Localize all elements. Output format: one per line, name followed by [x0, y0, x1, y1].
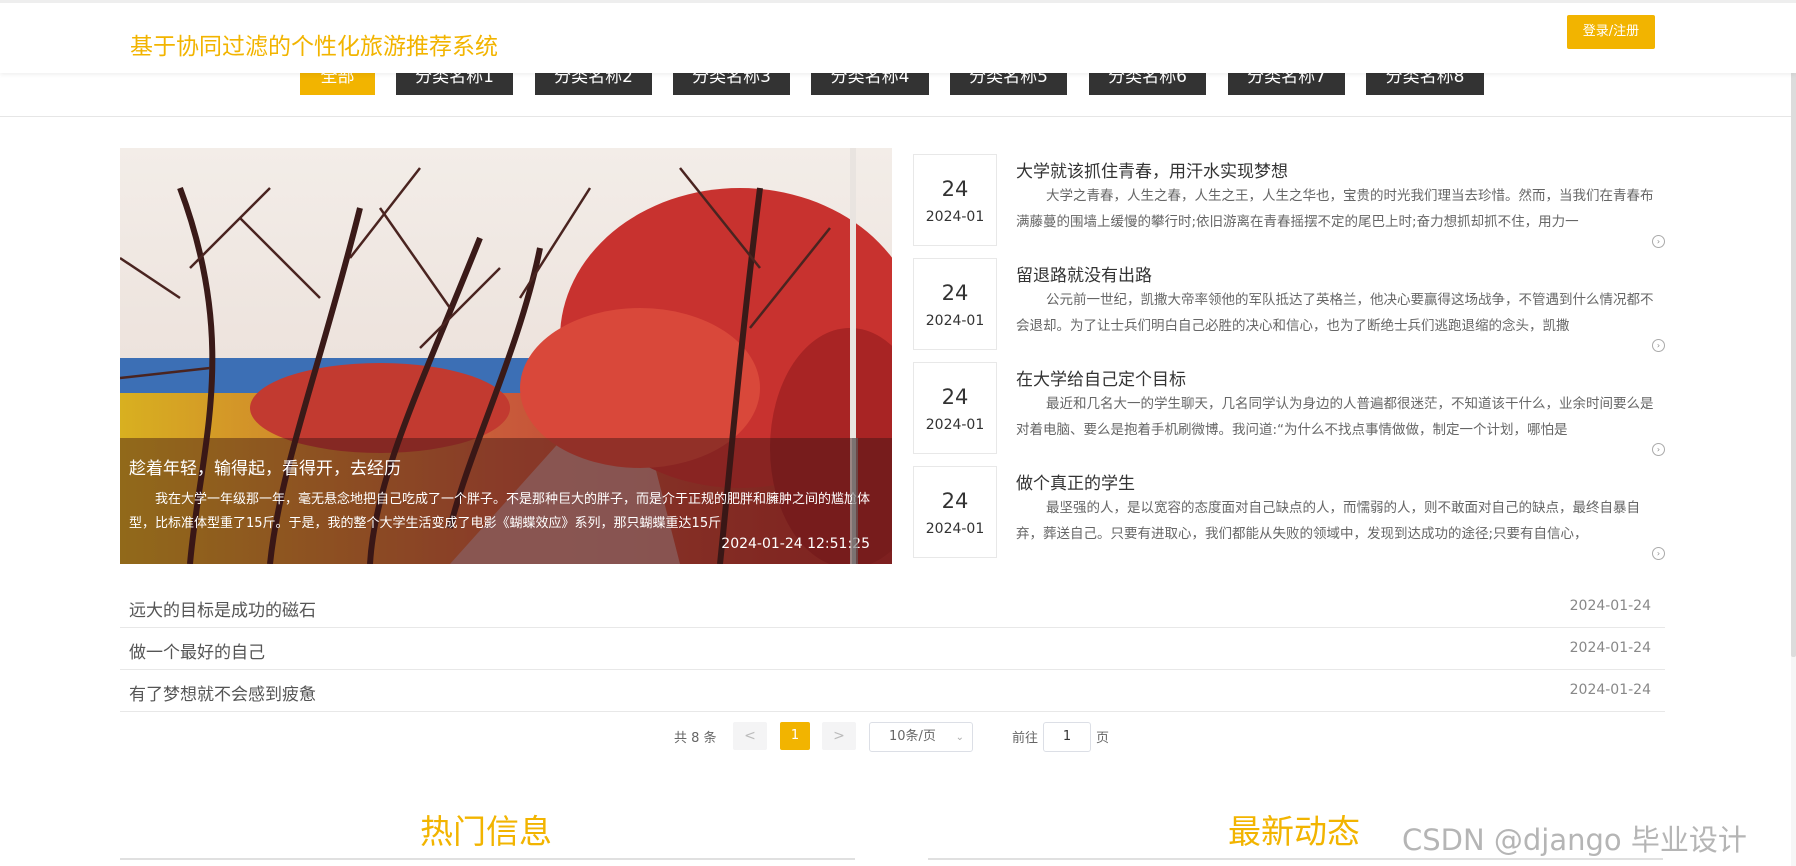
- section-divider: [120, 858, 855, 860]
- date-box: 24 2024-01: [913, 362, 997, 454]
- date-year-month: 2024-01: [925, 521, 985, 537]
- date-day: 24: [941, 385, 969, 409]
- next-page-button[interactable]: >: [822, 722, 856, 750]
- date-box: 24 2024-01: [913, 154, 997, 246]
- list-item-title[interactable]: 有了梦想就不会感到疲惫: [129, 680, 316, 705]
- circle-arrow-icon[interactable]: ›: [1652, 339, 1665, 352]
- page-jump-input[interactable]: 1: [1043, 722, 1091, 752]
- date-day: 24: [941, 177, 969, 201]
- nav-divider: [0, 116, 1796, 117]
- date-box: 24 2024-01: [913, 258, 997, 350]
- carousel-indicator[interactable]: [852, 438, 858, 564]
- news-summary: 最近和几名大一的学生聊天，几名同学认为身边的人普遍都很迷茫，不知道该干什么，业余…: [1016, 396, 1654, 438]
- jump-unit: 页: [1096, 731, 1110, 746]
- date-year-month: 2024-01: [925, 209, 985, 225]
- section-title-latest: 最新动态: [1228, 812, 1360, 851]
- list-item-date: 2024-01-24: [1569, 682, 1651, 698]
- news-title[interactable]: 在大学给自己定个目标: [1016, 365, 1186, 390]
- news-item[interactable]: 24 2024-01 留退路就没有出路 公元前一世纪，凯撒大帝率领他的军队抵达了…: [913, 252, 1665, 352]
- date-box: 24 2024-01: [913, 466, 997, 558]
- pagination-total: 共 8 条: [674, 731, 717, 746]
- list-item-date: 2024-01-24: [1569, 640, 1651, 656]
- chevron-down-icon: ⌄: [955, 732, 964, 743]
- news-summary: 公元前一世纪，凯撒大帝率领他的军队抵达了英格兰，他决心要赢得这场战争，不管遇到什…: [1016, 292, 1654, 334]
- list-item[interactable]: 有了梦想就不会感到疲惫 2024-01-24: [120, 669, 1665, 712]
- list-item-date: 2024-01-24: [1569, 598, 1651, 614]
- list-item-title[interactable]: 做一个最好的自己: [129, 638, 265, 663]
- watermark: CSDN @django 毕业设计: [1402, 823, 1747, 857]
- news-title[interactable]: 留退路就没有出路: [1016, 261, 1152, 286]
- news-summary: 大学之青春，人生之春，人生之王，人生之华也，宝贵的时光我们理当去珍惜。然而，当我…: [1016, 188, 1654, 230]
- list-item[interactable]: 远大的目标是成功的磁石 2024-01-24: [120, 585, 1665, 628]
- section-title-hot: 热门信息: [420, 812, 552, 851]
- page-size-value: 10条/页: [889, 729, 936, 744]
- page-size-select[interactable]: 10条/页 ⌄: [869, 722, 973, 752]
- hero-title[interactable]: 趁着年轻，输得起，看得开，去经历: [129, 454, 401, 479]
- login-register-button[interactable]: 登录/注册: [1567, 15, 1655, 49]
- news-title[interactable]: 大学就该抓住青春，用汗水实现梦想: [1016, 157, 1288, 182]
- circle-arrow-icon[interactable]: ›: [1652, 443, 1665, 456]
- hero-carousel[interactable]: 趁着年轻，输得起，看得开，去经历 我在大学一年级那一年，毫无悬念地把自己吃成了一…: [120, 148, 892, 564]
- date-year-month: 2024-01: [925, 313, 985, 329]
- hero-summary: 我在大学一年级那一年，毫无悬念地把自己吃成了一个胖子。不是那种巨大的胖子，而是介…: [129, 492, 871, 531]
- site-title[interactable]: 基于协同过滤的个性化旅游推荐系统: [130, 27, 498, 61]
- list-item-title[interactable]: 远大的目标是成功的磁石: [129, 596, 316, 621]
- date-day: 24: [941, 281, 969, 305]
- news-item[interactable]: 24 2024-01 大学就该抓住青春，用汗水实现梦想 大学之青春，人生之春，人…: [913, 148, 1665, 248]
- prev-page-button[interactable]: <: [733, 722, 767, 750]
- jump-label: 前往: [1012, 731, 1039, 746]
- news-item[interactable]: 24 2024-01 在大学给自己定个目标 最近和几名大一的学生聊天，几名同学认…: [913, 356, 1665, 456]
- circle-arrow-icon[interactable]: ›: [1652, 547, 1665, 560]
- news-item[interactable]: 24 2024-01 做个真正的学生 最坚强的人，是以宽容的态度面对自己缺点的人…: [913, 460, 1665, 560]
- page-number-current[interactable]: 1: [780, 722, 810, 750]
- hero-datetime: 2024-01-24 12:51:25: [721, 536, 870, 552]
- site-header: 基于协同过滤的个性化旅游推荐系统 登录/注册: [0, 0, 1796, 73]
- news-title[interactable]: 做个真正的学生: [1016, 469, 1135, 494]
- list-item[interactable]: 做一个最好的自己 2024-01-24: [120, 627, 1665, 670]
- news-summary: 最坚强的人，是以宽容的态度面对自己缺点的人，而懦弱的人，则不敢面对自己的缺点，最…: [1016, 500, 1640, 542]
- date-day: 24: [941, 489, 969, 513]
- scrollbar-thumb[interactable]: [1791, 0, 1796, 657]
- circle-arrow-icon[interactable]: ›: [1652, 235, 1665, 248]
- hero-caption: 趁着年轻，输得起，看得开，去经历 我在大学一年级那一年，毫无悬念地把自己吃成了一…: [120, 438, 892, 564]
- date-year-month: 2024-01: [925, 417, 985, 433]
